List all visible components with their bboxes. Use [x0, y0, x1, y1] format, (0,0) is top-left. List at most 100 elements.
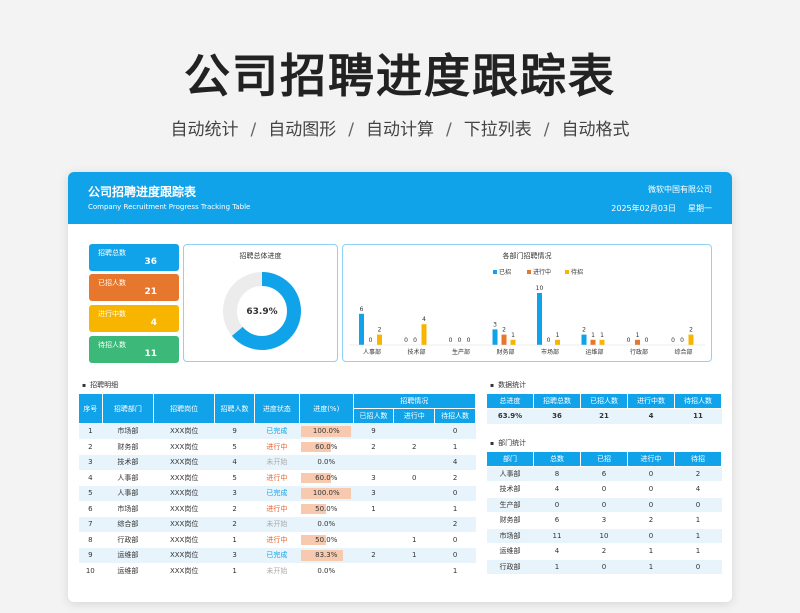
cell-count[interactable]: 5: [214, 470, 255, 486]
cell-position[interactable]: XXX岗位: [153, 501, 215, 517]
cell-position[interactable]: XXX岗位: [153, 423, 215, 440]
cell-hired[interactable]: 3: [353, 485, 394, 502]
cell-status[interactable]: 进行中: [254, 439, 300, 455]
cell-position[interactable]: XXX岗位: [153, 516, 215, 533]
cell-no: 5: [78, 485, 103, 502]
cell-count[interactable]: 9: [214, 423, 255, 440]
cell-hired[interactable]: [353, 563, 394, 579]
cell-dept[interactable]: 综合部: [102, 516, 154, 533]
cell-in-progress[interactable]: [393, 501, 435, 517]
cell-in-progress[interactable]: 1: [393, 547, 435, 564]
donut-title: 招聘总体进度: [239, 252, 282, 260]
cell-in-progress[interactable]: [393, 485, 435, 502]
progress-text: 100.0%: [312, 427, 340, 436]
cell-no: 7: [78, 516, 103, 533]
cell-dept[interactable]: 运维部: [102, 547, 154, 564]
bar: [359, 313, 364, 345]
cell-status[interactable]: 未开始: [254, 516, 300, 533]
cell-hired[interactable]: 9: [353, 423, 394, 440]
table-row: 63.9% 36 21 4 11: [486, 408, 722, 425]
category-label: 运维部: [585, 348, 603, 356]
cell-in-progress[interactable]: [393, 563, 435, 579]
cell-dept[interactable]: 行政部: [102, 532, 154, 548]
dept-cell: 1: [674, 543, 722, 560]
progress-text: 0.0%: [317, 458, 336, 467]
cell-in-progress[interactable]: [393, 423, 435, 440]
cell-count[interactable]: 1: [214, 563, 255, 579]
cell-count[interactable]: 2: [214, 501, 255, 517]
bar: [537, 293, 542, 345]
cell-hired[interactable]: 2: [353, 439, 394, 455]
bar-value-label: 0: [369, 337, 373, 344]
cell-in-progress[interactable]: [393, 454, 435, 471]
cell-in-progress[interactable]: [393, 516, 435, 533]
cell-dept[interactable]: 人事部: [102, 485, 154, 502]
cell-status[interactable]: 未开始: [254, 563, 300, 579]
cell-count[interactable]: 2: [214, 516, 255, 533]
cell-dept[interactable]: 技术部: [102, 454, 154, 471]
cell-position[interactable]: XXX岗位: [153, 485, 215, 502]
cell-hired[interactable]: [353, 532, 394, 548]
bar-value-label: 0: [449, 337, 453, 344]
cell-position[interactable]: XXX岗位: [153, 532, 215, 548]
cell-waiting: 1: [434, 501, 476, 517]
dept-cell: 0: [627, 528, 675, 544]
donut-chart: 63.9%: [223, 272, 301, 350]
column-header: 已招人数: [580, 393, 628, 409]
cell-count[interactable]: 3: [214, 485, 255, 502]
cell-count[interactable]: 4: [214, 454, 255, 471]
cell-status[interactable]: 进行中: [254, 532, 300, 548]
bar-value-label: 3: [493, 321, 497, 328]
cell-dept[interactable]: 人事部: [102, 470, 154, 486]
cell-count[interactable]: 1: [214, 532, 255, 548]
cell-position[interactable]: XXX岗位: [153, 470, 215, 486]
dept-cell: 0: [533, 497, 581, 513]
cell-hired[interactable]: 3: [353, 470, 394, 486]
cell-status[interactable]: 进行中: [254, 501, 300, 517]
cell-status[interactable]: 未开始: [254, 454, 300, 471]
cell-status[interactable]: 已完成: [254, 485, 300, 502]
dept-cell: 4: [533, 543, 581, 560]
cell-progress: 60.0%: [299, 439, 354, 455]
bar: [635, 339, 640, 345]
cell-position[interactable]: XXX岗位: [153, 454, 215, 471]
cell-count[interactable]: 3: [214, 547, 255, 564]
cell-status[interactable]: 已完成: [254, 547, 300, 564]
cell-dept[interactable]: 运维部: [102, 563, 154, 579]
cell-dept[interactable]: 市场部: [102, 423, 154, 440]
bar: [421, 324, 427, 345]
cell-progress: 83.3%: [299, 547, 354, 564]
cell-in-progress[interactable]: 2: [393, 439, 435, 455]
cell-position[interactable]: XXX岗位: [153, 563, 215, 579]
cell-dept[interactable]: 财务部: [102, 439, 154, 455]
cell-progress: 60.0%: [299, 470, 354, 486]
cell-count[interactable]: 5: [214, 439, 255, 455]
stats-table: 总进度 招聘总数 已招人数 进行中数 待招人数 63.9% 36 21 4 11: [486, 393, 722, 425]
group-header: 招聘情况: [352, 393, 477, 409]
cell-in-progress[interactable]: 0: [393, 470, 435, 486]
dept-cell: 0: [627, 466, 675, 482]
cell-waiting: 0: [434, 423, 476, 440]
column-header: 待招人数: [434, 408, 476, 424]
cell-in-progress[interactable]: 1: [393, 532, 435, 548]
dept-cell: 8: [533, 466, 581, 482]
dashboard-header: 公司招聘进度跟踪表 Company Recruitment Progress T…: [68, 172, 732, 224]
cell-position[interactable]: XXX岗位: [153, 547, 215, 564]
cell-hired[interactable]: [353, 454, 394, 471]
bar: [599, 339, 605, 345]
cell-hired[interactable]: [353, 516, 394, 533]
cell-progress: 100.0%: [299, 423, 354, 440]
column-header: 已招: [580, 450, 628, 467]
kpi-label: 招聘总数: [98, 249, 126, 257]
cell-hired[interactable]: 2: [353, 547, 394, 564]
cell-dept[interactable]: 市场部: [102, 501, 154, 517]
bar: [581, 334, 587, 345]
cell-status[interactable]: 进行中: [254, 470, 300, 486]
cell-hired[interactable]: 1: [353, 501, 394, 517]
kpi-label: 进行中数: [98, 310, 126, 318]
cell-position[interactable]: XXX岗位: [153, 439, 215, 455]
cell-progress: 0.0%: [299, 454, 354, 471]
cell-status[interactable]: 已完成: [254, 423, 300, 440]
legend-label: 待招: [571, 268, 583, 276]
column-header: 招聘人数: [214, 393, 255, 424]
